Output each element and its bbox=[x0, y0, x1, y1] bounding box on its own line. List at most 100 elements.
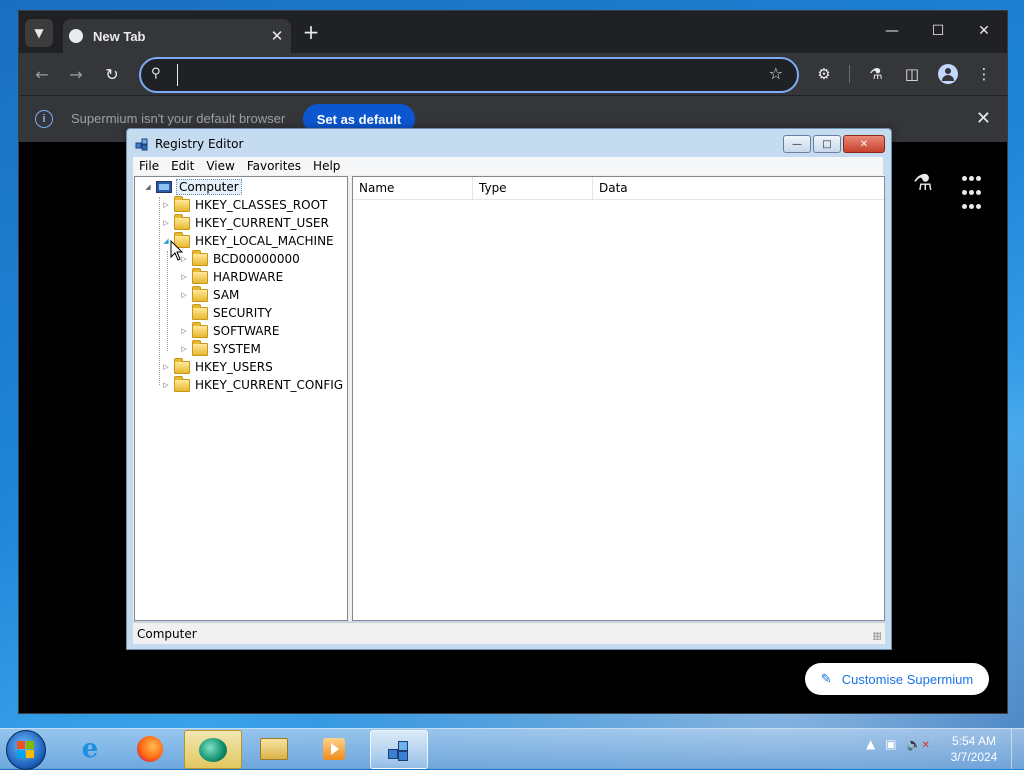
collapsed-arrow-icon[interactable]: ▷ bbox=[161, 381, 171, 389]
regedit-body: ◢ Computer ▷ HKEY_CLASSES_ROOT ▷ HKEY_CU… bbox=[133, 175, 885, 621]
resize-grip-icon[interactable] bbox=[873, 632, 881, 640]
collapsed-arrow-icon[interactable]: ▷ bbox=[161, 363, 171, 371]
menu-file[interactable]: File bbox=[133, 159, 165, 173]
close-window-button[interactable]: ✕ bbox=[961, 11, 1007, 51]
taskbar-media-player[interactable] bbox=[306, 730, 362, 767]
profile-button[interactable] bbox=[937, 63, 959, 85]
expanded-arrow-icon[interactable]: ◢ bbox=[143, 183, 153, 191]
tree-node-label: SOFTWARE bbox=[213, 324, 280, 338]
minimize-button[interactable]: — bbox=[869, 11, 915, 51]
info-icon: i bbox=[35, 110, 53, 128]
show-desktop-button[interactable] bbox=[1011, 729, 1024, 769]
menu-help[interactable]: Help bbox=[307, 159, 346, 173]
menu-view[interactable]: View bbox=[200, 159, 240, 173]
tab-new-tab[interactable]: New Tab ✕ bbox=[63, 19, 291, 53]
network-icon[interactable]: ▣ bbox=[885, 737, 896, 751]
tree-node-hkey-classes-root[interactable]: ▷ HKEY_CLASSES_ROOT bbox=[161, 195, 327, 214]
tree-node-hkey-local-machine[interactable]: ◢ HKEY_LOCAL_MACHINE bbox=[161, 231, 334, 250]
taskbar-internet-explorer[interactable]: e bbox=[62, 730, 118, 767]
column-header-type[interactable]: Type bbox=[473, 177, 593, 199]
apps-grid-icon[interactable] bbox=[961, 171, 982, 213]
labs-flask-icon[interactable]: ⚗ bbox=[865, 63, 887, 85]
registry-editor-window: Registry Editor — □ ✕ File Edit View Fav… bbox=[126, 128, 892, 650]
tree-node-software[interactable]: ▷ SOFTWARE bbox=[179, 321, 280, 340]
forward-button[interactable]: → bbox=[65, 63, 87, 85]
collapsed-arrow-icon[interactable]: ▷ bbox=[179, 291, 189, 299]
folder-icon bbox=[174, 195, 190, 212]
tree-node-hkey-users[interactable]: ▷ HKEY_USERS bbox=[161, 357, 273, 376]
supermium-icon bbox=[199, 737, 227, 762]
tree-node-label: HKEY_USERS bbox=[195, 360, 273, 374]
reload-button[interactable]: ↻ bbox=[101, 63, 123, 85]
collapsed-arrow-icon[interactable]: ▷ bbox=[161, 201, 171, 209]
tab-search-button[interactable]: ▼ bbox=[25, 19, 53, 47]
customise-label: Customise Supermium bbox=[841, 671, 974, 687]
taskbar-firefox[interactable] bbox=[122, 730, 178, 767]
profile-avatar-icon bbox=[938, 64, 958, 84]
tree-node-hardware[interactable]: ▷ HARDWARE bbox=[179, 267, 284, 286]
close-tab-icon[interactable]: ✕ bbox=[267, 27, 287, 45]
regedit-titlebar[interactable]: Registry Editor — □ ✕ bbox=[127, 129, 891, 157]
tree-node-bcd00000000[interactable]: ▷ BCD00000000 bbox=[179, 249, 300, 268]
address-bar[interactable]: ⚲ ☆ bbox=[139, 57, 799, 93]
tree-node-sam[interactable]: ▷ SAM bbox=[179, 285, 239, 304]
folder-icon bbox=[192, 321, 208, 338]
menu-edit[interactable]: Edit bbox=[165, 159, 200, 173]
tree-node-label: Computer bbox=[176, 179, 242, 195]
regedit-close-button[interactable]: ✕ bbox=[843, 135, 885, 153]
regedit-status-bar: Computer bbox=[133, 622, 885, 644]
menu-favorites[interactable]: Favorites bbox=[241, 159, 307, 173]
registry-tree[interactable]: ◢ Computer ▷ HKEY_CLASSES_ROOT ▷ HKEY_CU… bbox=[134, 176, 348, 621]
regedit-minimize-button[interactable]: — bbox=[783, 135, 811, 153]
folder-icon bbox=[174, 213, 190, 230]
list-header: Name Type Data bbox=[353, 177, 884, 200]
forward-arrow-icon: → bbox=[69, 64, 83, 84]
system-tray: ▲ ▣ 🔈✕ bbox=[866, 737, 930, 751]
back-arrow-icon: ← bbox=[35, 64, 49, 84]
status-path: Computer bbox=[137, 627, 197, 641]
collapsed-arrow-icon[interactable]: ▷ bbox=[179, 345, 189, 353]
close-infobar-icon[interactable]: ✕ bbox=[976, 108, 991, 129]
tree-node-hkey-current-user[interactable]: ▷ HKEY_CURRENT_USER bbox=[161, 213, 329, 232]
tree-node-label: HARDWARE bbox=[213, 270, 284, 284]
regedit-menubar: File Edit View Favorites Help bbox=[133, 157, 883, 175]
ntp-labs-icon[interactable]: ⚗ bbox=[913, 171, 933, 196]
regedit-app-icon bbox=[135, 138, 148, 151]
tree-node-label: BCD00000000 bbox=[213, 252, 300, 266]
registry-values-list[interactable]: Name Type Data bbox=[352, 176, 885, 621]
taskbar-file-explorer[interactable] bbox=[246, 730, 302, 767]
tree-node-hkey-current-config[interactable]: ▷ HKEY_CURRENT_CONFIG bbox=[161, 375, 343, 394]
clock-time: 5:54 AM bbox=[951, 734, 997, 748]
tree-node-security[interactable]: SECURITY bbox=[179, 303, 272, 322]
collapsed-arrow-icon[interactable]: ▷ bbox=[179, 327, 189, 335]
address-input[interactable] bbox=[177, 64, 742, 86]
maximize-button[interactable]: ☐ bbox=[915, 11, 961, 51]
folder-icon bbox=[192, 267, 208, 284]
show-hidden-icons-icon[interactable]: ▲ bbox=[866, 737, 875, 751]
column-header-name[interactable]: Name bbox=[353, 177, 473, 199]
media-player-icon bbox=[323, 737, 345, 760]
taskbar-registry-editor[interactable] bbox=[370, 730, 428, 769]
taskbar-supermium[interactable] bbox=[184, 730, 242, 769]
collapsed-arrow-icon[interactable]: ▷ bbox=[161, 219, 171, 227]
customise-button[interactable]: ✎ Customise Supermium bbox=[805, 663, 989, 695]
folder-icon bbox=[192, 249, 208, 266]
reload-icon: ↻ bbox=[105, 64, 119, 84]
taskbar-clock[interactable]: 5:54 AM 3/7/2024 bbox=[944, 733, 1004, 765]
back-button[interactable]: ← bbox=[31, 63, 53, 85]
folder-icon bbox=[174, 357, 190, 374]
tree-node-computer[interactable]: ◢ Computer bbox=[143, 178, 242, 196]
regedit-maximize-button[interactable]: □ bbox=[813, 135, 841, 153]
extensions-icon[interactable]: ⚙ bbox=[813, 63, 835, 85]
new-tab-button[interactable]: + bbox=[299, 21, 323, 45]
volume-muted-icon[interactable]: 🔈✕ bbox=[907, 737, 930, 751]
tree-node-system[interactable]: ▷ SYSTEM bbox=[179, 339, 261, 358]
side-panel-icon[interactable]: ◫ bbox=[901, 63, 923, 85]
collapsed-arrow-icon[interactable]: ▷ bbox=[179, 273, 189, 281]
column-header-data[interactable]: Data bbox=[593, 177, 883, 199]
tree-node-label: HKEY_CURRENT_USER bbox=[195, 216, 329, 230]
start-button[interactable] bbox=[6, 730, 46, 770]
menu-kebab-icon[interactable]: ⋮ bbox=[973, 63, 995, 85]
folder-icon bbox=[192, 303, 208, 320]
bookmark-star-icon[interactable]: ☆ bbox=[769, 64, 783, 83]
